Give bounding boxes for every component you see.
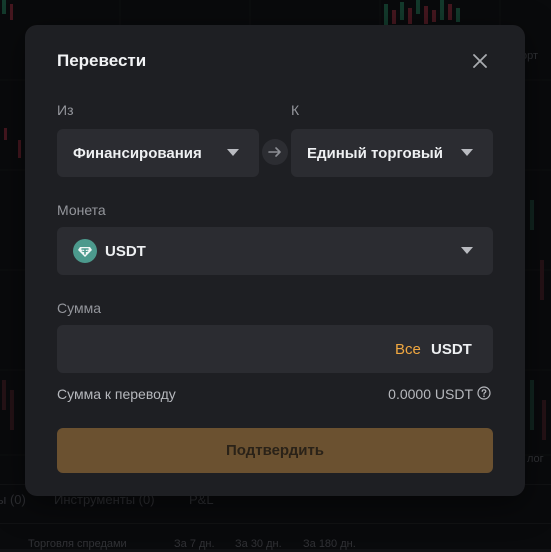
chevron-down-icon: [461, 149, 473, 156]
close-icon: [473, 54, 487, 68]
chevron-down-icon: [461, 247, 473, 254]
to-account-value: Единый торговый: [307, 144, 443, 162]
to-label: К: [291, 102, 300, 118]
arrow-right-icon: [268, 147, 281, 157]
chevron-down-icon: [227, 149, 239, 156]
amount-unit: USDT: [431, 341, 472, 358]
swap-direction-button[interactable]: [262, 139, 288, 165]
max-amount-button[interactable]: Все: [395, 341, 421, 358]
coin-label: Монета: [57, 202, 106, 218]
usdt-icon: [73, 239, 97, 263]
close-button[interactable]: [468, 49, 492, 73]
from-account-select[interactable]: Финансирования: [57, 129, 259, 177]
amount-field: Все USDT: [57, 325, 493, 375]
transfer-amount-label: Сумма к переводу: [57, 386, 176, 402]
to-account-select[interactable]: Единый торговый: [291, 129, 493, 177]
from-label: Из: [57, 102, 74, 118]
from-account-value: Финансирования: [73, 144, 202, 162]
amount-input[interactable]: [57, 325, 395, 375]
transfer-dialog: Перевести Из К Финансирования Единый тор…: [25, 25, 525, 496]
confirm-button[interactable]: Подтвердить: [57, 428, 493, 473]
question-circle-icon: [477, 386, 491, 400]
coin-value: USDT: [105, 242, 146, 260]
amount-label: Сумма: [57, 300, 101, 316]
dialog-title: Перевести: [57, 51, 147, 70]
transfer-amount-value: 0.0000 USDT: [388, 386, 473, 402]
help-button[interactable]: [477, 386, 491, 400]
coin-select[interactable]: USDT: [57, 227, 493, 275]
